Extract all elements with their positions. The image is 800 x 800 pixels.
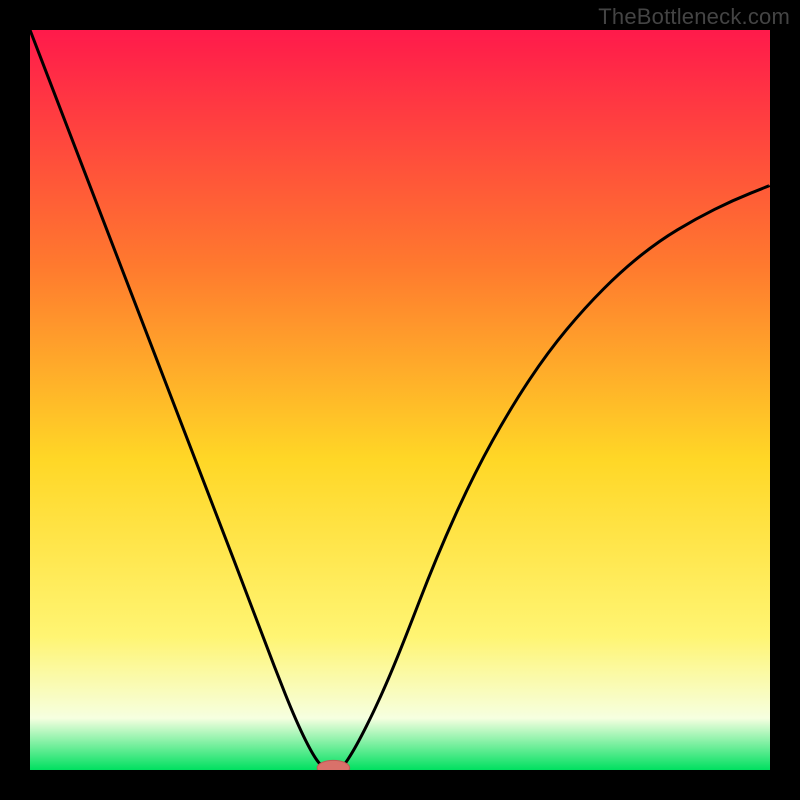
gradient-background [30,30,770,770]
watermark-text: TheBottleneck.com [598,4,790,30]
chart-frame: TheBottleneck.com [0,0,800,800]
plot-area [30,30,770,770]
